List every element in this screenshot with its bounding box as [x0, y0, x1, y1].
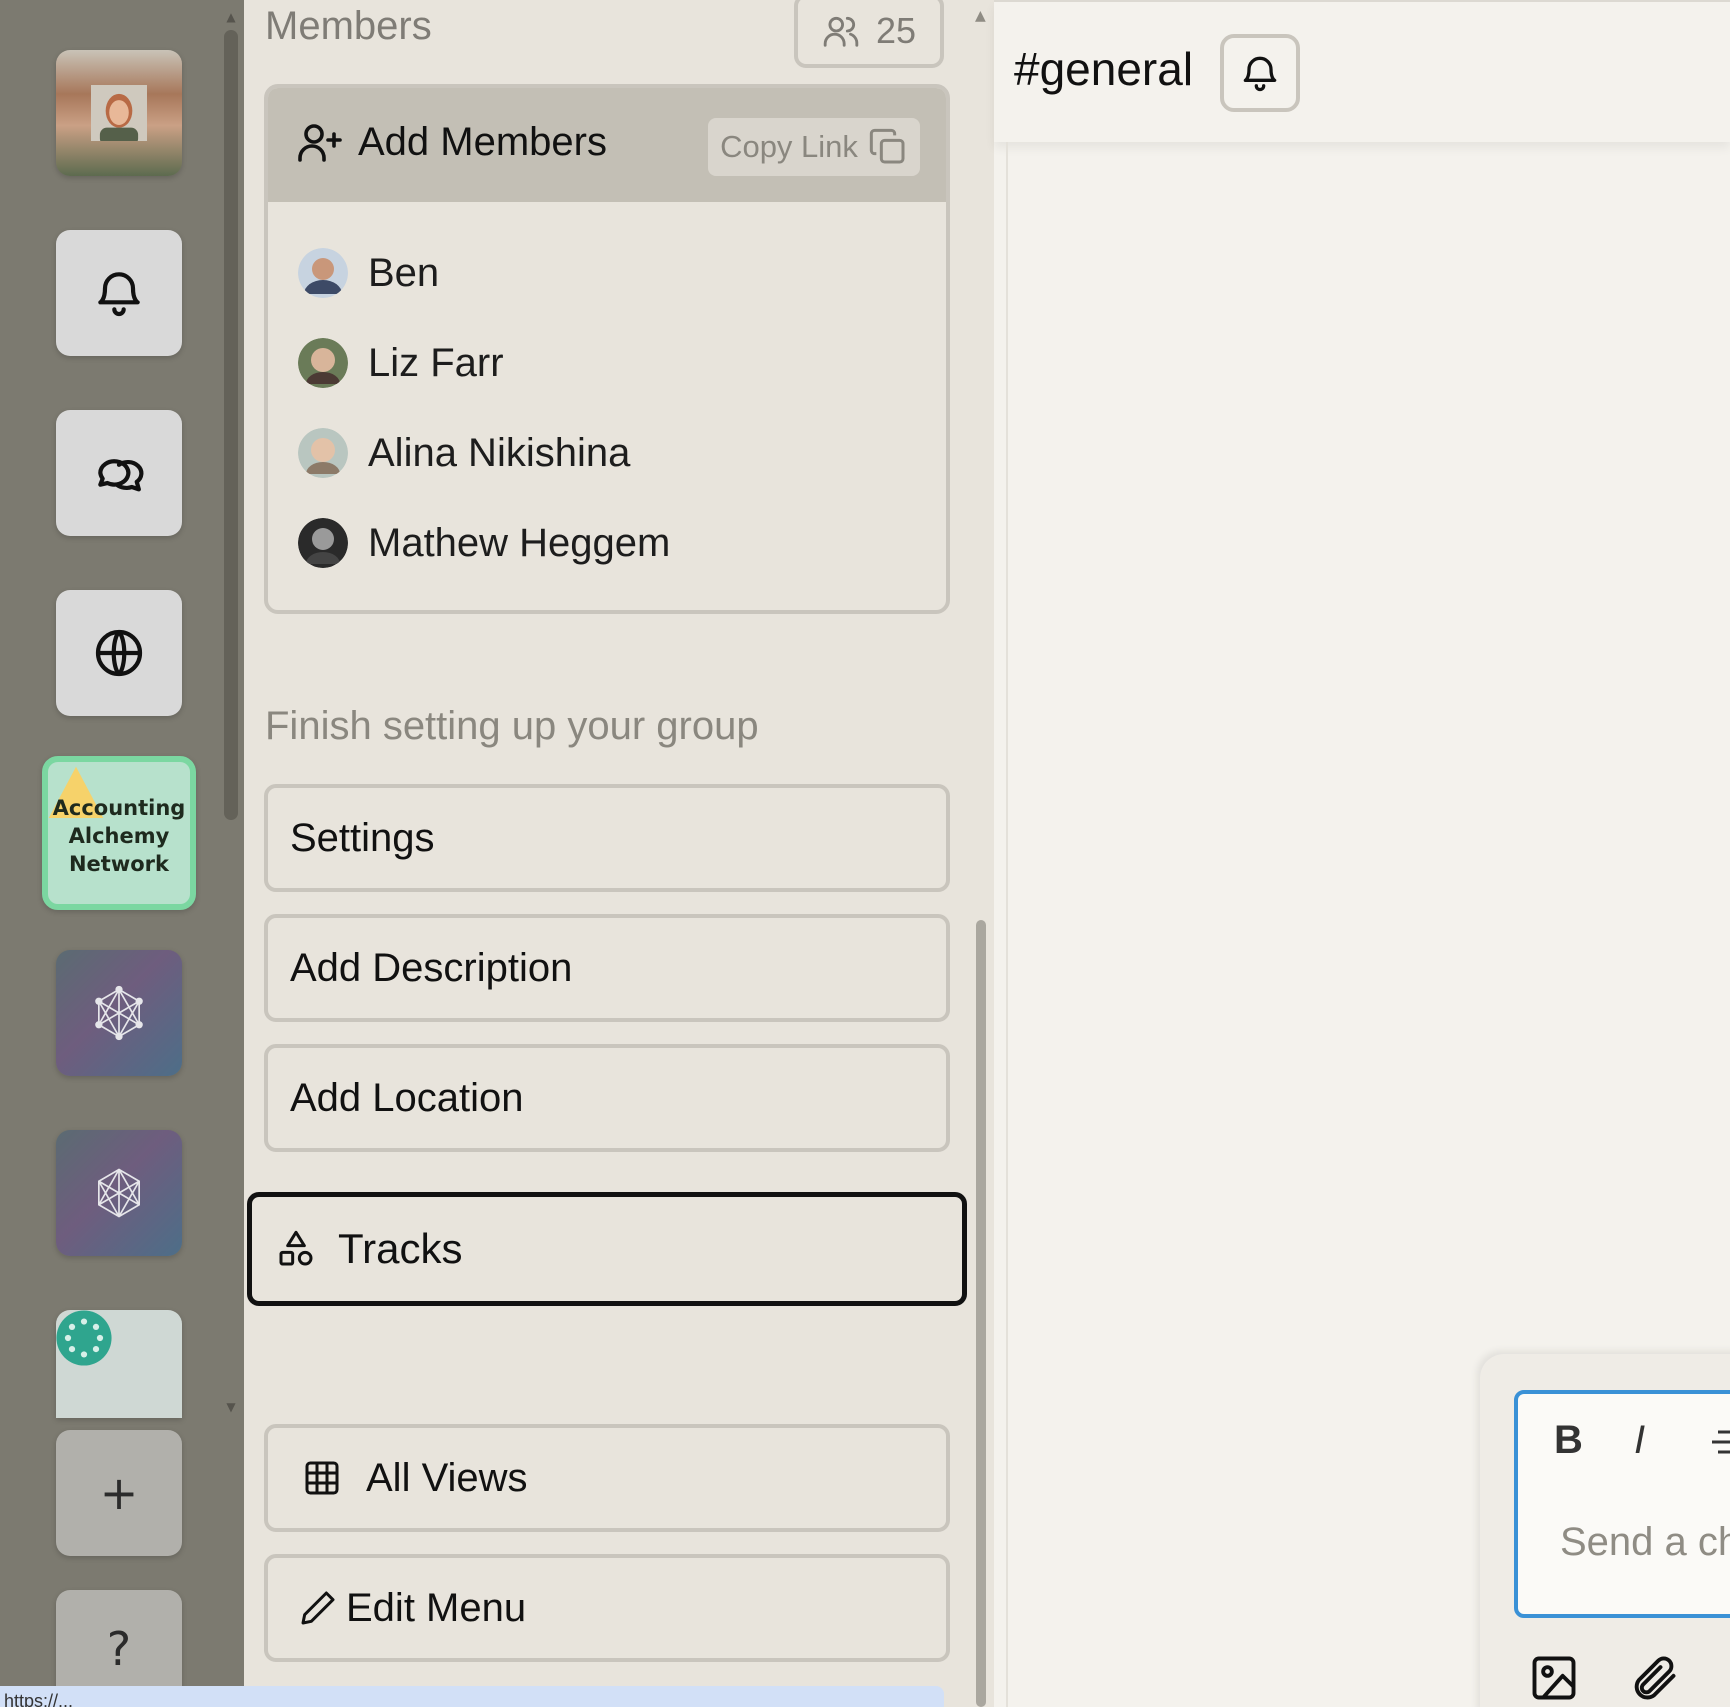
network-graph-icon [98, 1168, 140, 1218]
rail-scrollbar-thumb[interactable] [224, 30, 238, 820]
chat-divider [1006, 142, 1008, 1707]
message-composer[interactable] [1514, 1390, 1730, 1618]
circle-dots-logo-icon [56, 1310, 112, 1366]
member-avatar [298, 248, 348, 298]
question-icon: ? [106, 1621, 132, 1676]
all-views-label: All Views [366, 1455, 528, 1500]
settings-button[interactable]: Settings [264, 784, 950, 892]
settings-label: Settings [290, 815, 435, 860]
bold-button[interactable]: B [1554, 1418, 1583, 1463]
edit-menu-button[interactable]: Edit Menu [264, 1554, 950, 1662]
setup-heading: Finish setting up your group [265, 704, 759, 748]
strikethrough-icon[interactable] [1712, 1426, 1730, 1458]
member-avatar [298, 518, 348, 568]
rail-scroll-down-arrow[interactable]: ▼ [224, 1400, 238, 1414]
notifications-button[interactable] [56, 230, 182, 356]
add-members-button[interactable]: Add Members [296, 118, 607, 166]
add-location-label: Add Location [290, 1075, 524, 1120]
member-avatar [298, 338, 348, 388]
plus-icon: + [99, 1466, 139, 1520]
member-avatar [298, 428, 348, 478]
panel-scrollbar-thumb[interactable] [976, 920, 986, 1707]
member-name: Alina Nikishina [368, 430, 631, 475]
panel-scroll-up-arrow[interactable]: ▲ [975, 8, 986, 24]
user-avatar[interactable] [56, 50, 182, 176]
group-logo-line: Accounting [52, 796, 186, 820]
members-card: Add Members Copy Link Ben Liz Farr Alina… [264, 84, 950, 614]
group-network-2[interactable] [56, 1130, 182, 1256]
edit-menu-label: Edit Menu [346, 1585, 527, 1630]
italic-button[interactable]: I [1634, 1418, 1645, 1463]
bell-icon [1243, 56, 1277, 92]
member-item[interactable]: Alina Nikishina [298, 428, 630, 478]
group-network-1[interactable] [56, 950, 182, 1076]
all-views-button[interactable]: All Views [264, 1424, 950, 1532]
grid-icon [305, 1461, 339, 1495]
chat-bubbles-icon [98, 459, 144, 492]
group-logo-line: Network [68, 852, 169, 876]
tracks-label: Tracks [338, 1225, 463, 1272]
add-description-label: Add Description [290, 945, 573, 990]
users-icon [823, 16, 859, 47]
user-plus-icon [298, 124, 342, 162]
shapes-icon [279, 1230, 313, 1266]
status-bar-url: https://... [0, 1686, 944, 1707]
network-graph-icon [95, 985, 143, 1041]
add-group-button[interactable]: + [56, 1430, 182, 1556]
add-members-label: Add Members [358, 119, 607, 164]
member-name: Liz Farr [368, 340, 504, 385]
avatar-photo [91, 85, 147, 141]
add-location-button[interactable]: Add Location [264, 1044, 950, 1152]
copy-link-label: Copy Link [720, 129, 858, 164]
globe-icon [95, 629, 143, 677]
pencil-icon [301, 1591, 335, 1625]
group-logo-line: Alchemy [68, 824, 170, 848]
group-circle[interactable] [56, 1310, 182, 1418]
add-description-button[interactable]: Add Description [264, 914, 950, 1022]
tracks-button[interactable]: Tracks [247, 1192, 967, 1306]
rail-scroll-up-arrow[interactable]: ▲ [224, 10, 238, 24]
members-count-value: 25 [875, 10, 917, 51]
group-logo-text: Accounting Alchemy Network [48, 794, 190, 878]
group-rail: Accounting Alchemy Network + ? ▲ ▼ [0, 0, 244, 1707]
channel-notifications-button[interactable] [1220, 34, 1300, 112]
add-members-bar: Add Members Copy Link [268, 88, 946, 202]
paperclip-icon[interactable] [1628, 1652, 1680, 1704]
messages-button[interactable] [56, 410, 182, 536]
members-count-button[interactable]: 25 [794, 0, 944, 68]
members-heading: Members [265, 4, 432, 48]
copy-link-button[interactable]: Copy Link [708, 118, 920, 176]
composer-placeholder: Send a ch [1560, 1520, 1730, 1564]
public-stream-button[interactable] [56, 590, 182, 716]
member-item[interactable]: Ben [298, 248, 439, 298]
channel-title: #general [1014, 43, 1194, 95]
member-name: Ben [368, 250, 440, 295]
member-item[interactable]: Mathew Heggem [298, 518, 670, 568]
group-accounting-alchemy[interactable]: Accounting Alchemy Network [42, 756, 196, 910]
copy-icon [869, 128, 905, 164]
bell-icon [98, 272, 140, 317]
member-item[interactable]: Liz Farr [298, 338, 504, 388]
image-icon[interactable] [1528, 1652, 1580, 1704]
member-name: Mathew Heggem [368, 520, 671, 565]
